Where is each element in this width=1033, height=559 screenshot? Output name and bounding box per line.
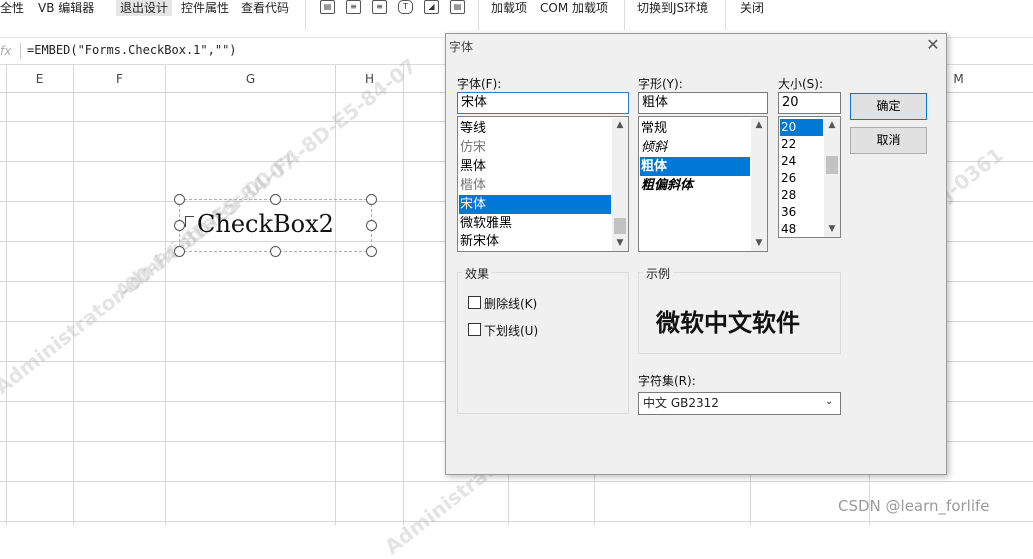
- font-scrollbar[interactable]: ▲ ▼: [612, 118, 628, 251]
- scroll-down-icon[interactable]: ▼: [751, 236, 767, 250]
- credit-text: CSDN @learn_forlife: [838, 497, 990, 515]
- text-align-icon[interactable]: ≡: [372, 0, 387, 14]
- style-listbox[interactable]: 常规 倾斜 粗体 粗偏斜体 ▲ ▼: [638, 116, 768, 252]
- ribbon-separator: [478, 0, 479, 30]
- ribbon-separator: [725, 0, 726, 30]
- ribbon-item-view-code[interactable]: 查看代码: [241, 0, 289, 16]
- font-option[interactable]: 楷体: [459, 176, 611, 195]
- style-input[interactable]: 粗体: [638, 92, 768, 114]
- scroll-up-icon[interactable]: ▲: [612, 118, 628, 132]
- ribbon-item-control-properties[interactable]: 控件属性: [181, 0, 229, 16]
- size-input[interactable]: 20: [778, 92, 841, 114]
- font-option-selected[interactable]: 宋体: [459, 195, 611, 214]
- style-option[interactable]: 粗偏斜体: [640, 176, 750, 195]
- textbox-icon[interactable]: T: [398, 0, 413, 14]
- chevron-down-icon[interactable]: ⌄: [825, 396, 833, 407]
- font-option[interactable]: 等线: [459, 119, 611, 138]
- ribbon-separator: [624, 0, 625, 30]
- ribbon-item-com-addins[interactable]: COM 加载项: [540, 0, 608, 16]
- column-header-f[interactable]: F: [74, 65, 165, 93]
- size-option[interactable]: 48: [780, 221, 823, 237]
- font-option[interactable]: 仿宋: [459, 138, 611, 157]
- form-icon[interactable]: ▤: [320, 0, 335, 14]
- grid-line: [403, 65, 404, 525]
- ribbon-item-vb-editor[interactable]: VB 编辑器: [38, 0, 94, 16]
- cancel-button[interactable]: 取消: [850, 127, 927, 154]
- sample-title: 示例: [643, 265, 674, 282]
- charset-select[interactable]: 中文 GB2312: [638, 392, 841, 415]
- size-option[interactable]: 26: [780, 170, 823, 187]
- image-icon[interactable]: ◢: [424, 0, 439, 14]
- font-option[interactable]: 黑体: [459, 157, 611, 176]
- scroll-up-icon[interactable]: ▲: [824, 118, 840, 132]
- checkbox-square-icon: [185, 216, 194, 227]
- grid-line: [0, 521, 1033, 522]
- fx-icon[interactable]: fx: [0, 44, 12, 58]
- grid-line: [6, 65, 7, 525]
- ribbon-item-addins[interactable]: 加载项: [491, 0, 527, 16]
- size-option[interactable]: 36: [780, 204, 823, 221]
- resize-handle[interactable]: [366, 220, 377, 231]
- resize-handle[interactable]: [174, 194, 185, 205]
- column-header-e[interactable]: E: [6, 65, 73, 93]
- font-label: 字体(F):: [457, 77, 502, 91]
- strikethrough-label[interactable]: 删除线(K): [484, 295, 537, 312]
- style-option[interactable]: 常规: [640, 119, 750, 138]
- ribbon-item-close[interactable]: 关闭: [740, 0, 764, 16]
- ribbon-separator: [305, 0, 306, 30]
- resize-handle[interactable]: [366, 194, 377, 205]
- size-option[interactable]: 24: [780, 153, 823, 170]
- underline-label[interactable]: 下划线(U): [484, 322, 538, 339]
- grid-line: [165, 65, 166, 525]
- resize-handle[interactable]: [174, 220, 185, 231]
- grid-line: [73, 65, 74, 525]
- formula-separator: [20, 43, 21, 59]
- resize-handle[interactable]: [366, 246, 377, 257]
- scroll-down-icon[interactable]: ▼: [824, 222, 840, 236]
- size-label: 大小(S):: [778, 77, 824, 91]
- size-option-selected[interactable]: 20: [780, 119, 823, 136]
- size-listbox[interactable]: 20 22 24 26 28 36 48 ▲ ▼: [778, 116, 841, 238]
- dialog-title: 字体: [449, 40, 474, 54]
- font-option[interactable]: 微软雅黑: [459, 214, 611, 233]
- strikethrough-checkbox[interactable]: [468, 296, 481, 309]
- effects-group: [457, 272, 629, 414]
- ribbon-item-security[interactable]: 全性: [0, 0, 24, 16]
- scroll-thumb[interactable]: [614, 218, 626, 234]
- numbered-list-icon[interactable]: ≡: [346, 0, 361, 14]
- style-scrollbar[interactable]: ▲ ▼: [751, 118, 767, 251]
- scroll-down-icon[interactable]: ▼: [612, 236, 628, 250]
- checkbox-control-label[interactable]: CheckBox2: [197, 210, 334, 238]
- column-header-g[interactable]: G: [166, 65, 335, 93]
- style-option-selected[interactable]: 粗体: [640, 157, 750, 176]
- sample-text: 微软中文软件: [656, 308, 800, 337]
- resize-handle[interactable]: [270, 246, 281, 257]
- underline-checkbox[interactable]: [468, 323, 481, 336]
- scroll-up-icon[interactable]: ▲: [751, 118, 767, 132]
- size-scrollbar[interactable]: ▲ ▼: [824, 118, 840, 237]
- style-option[interactable]: 倾斜: [640, 138, 750, 157]
- size-option[interactable]: 28: [780, 187, 823, 204]
- charset-label: 字符集(R):: [638, 374, 696, 388]
- font-listbox[interactable]: 等线 仿宋 黑体 楷体 宋体 微软雅黑 新宋体 ▲ ▼: [457, 116, 629, 252]
- font-option[interactable]: 新宋体: [459, 232, 611, 251]
- ribbon-item-exit-design[interactable]: 退出设计: [116, 0, 173, 16]
- close-icon[interactable]: ✕: [924, 35, 942, 54]
- scroll-thumb[interactable]: [826, 156, 838, 174]
- size-option[interactable]: 22: [780, 136, 823, 153]
- effects-title: 效果: [462, 265, 493, 282]
- style-label: 字形(Y):: [638, 77, 683, 91]
- column-header-m[interactable]: M: [947, 65, 970, 93]
- formula-input[interactable]: =EMBED("Forms.CheckBox.1",""): [27, 43, 237, 57]
- printer-icon[interactable]: ▤: [450, 0, 465, 14]
- font-input[interactable]: 宋体: [457, 92, 629, 114]
- ribbon-item-switch-js[interactable]: 切换到JS环境: [637, 0, 708, 16]
- grid-line: [0, 481, 1033, 482]
- resize-handle[interactable]: [174, 246, 185, 257]
- ok-button[interactable]: 确定: [850, 93, 927, 120]
- resize-handle[interactable]: [270, 194, 281, 205]
